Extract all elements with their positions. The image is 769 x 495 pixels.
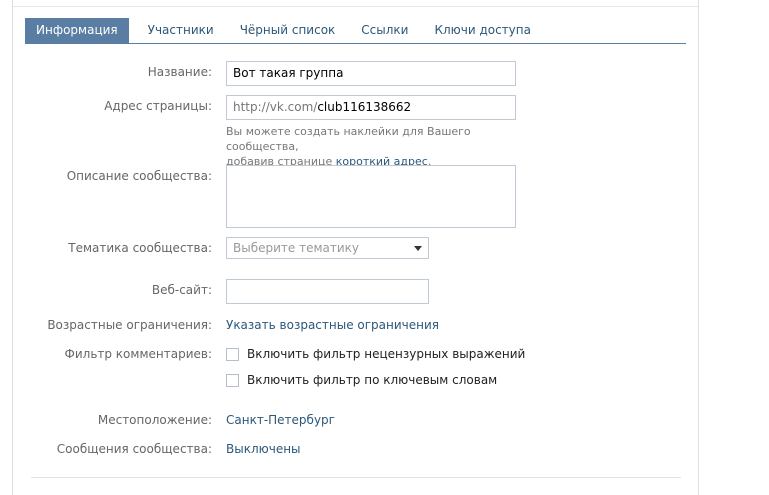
address-prefix: http://vk.com/: [233, 100, 318, 114]
messages-label: Сообщения сообщества:: [56, 442, 212, 456]
location-label: Местоположение:: [97, 413, 212, 427]
name-input[interactable]: Вот такая группа: [226, 61, 516, 86]
tab-info[interactable]: Информация: [25, 18, 129, 43]
description-row: Описание сообщества:: [13, 165, 698, 228]
description-textarea[interactable]: [226, 165, 516, 228]
tab-members[interactable]: Участники: [137, 18, 225, 43]
address-hint-line1: Вы можете создать наклейки для Вашего со…: [226, 125, 471, 153]
description-label: Описание сообщества:: [66, 169, 212, 183]
tab-blacklist[interactable]: Чёрный список: [229, 18, 347, 43]
tab-access-keys[interactable]: Ключи доступа: [423, 18, 542, 43]
dropdown-arrow-icon: [414, 246, 422, 251]
top-divider: [13, 6, 698, 7]
address-hint: Вы можете создать наклейки для Вашего со…: [226, 124, 526, 169]
topic-placeholder: Выберите тематику: [233, 241, 360, 255]
website-label: Веб-сайт:: [151, 283, 212, 297]
settings-panel: Информация Участники Чёрный список Ссылк…: [12, 0, 699, 495]
name-label: Название:: [147, 65, 212, 79]
tab-bar: Информация Участники Чёрный список Ссылк…: [25, 18, 686, 44]
keyword-filter-label: Включить фильтр по ключевым словам: [247, 373, 498, 387]
keyword-filter-checkbox[interactable]: [226, 373, 239, 387]
name-value: Вот такая группа: [233, 66, 344, 80]
address-label: Адрес страницы:: [104, 99, 212, 113]
age-restriction-link[interactable]: Указать возрастные ограничения: [226, 314, 439, 336]
address-row: Адрес страницы: http://vk.com/club116138…: [13, 95, 698, 120]
tab-links[interactable]: Ссылки: [350, 18, 419, 43]
age-label: Возрастные ограничения:: [47, 318, 212, 332]
location-row: Местоположение: Санкт-Петербург: [13, 409, 698, 431]
topic-row: Тематика сообщества: Выберите тематику: [13, 237, 698, 259]
comments-filter-label: Фильтр комментариев:: [64, 347, 212, 361]
location-link[interactable]: Санкт-Петербург: [226, 409, 335, 431]
profanity-filter-label: Включить фильтр нецензурных выражений: [247, 347, 526, 361]
topic-label: Тематика сообщества:: [68, 241, 212, 255]
name-row: Название: Вот такая группа: [13, 61, 698, 86]
profanity-filter-checkbox[interactable]: [226, 347, 239, 361]
bottom-divider: [31, 477, 681, 478]
age-row: Возрастные ограничения: Указать возрастн…: [13, 314, 698, 336]
keyword-filter-option[interactable]: Включить фильтр по ключевым словам: [226, 371, 497, 389]
website-row: Веб-сайт:: [13, 279, 698, 304]
messages-row: Сообщения сообщества: Выключены: [13, 438, 698, 460]
address-value: club116138662: [317, 100, 412, 114]
address-input[interactable]: http://vk.com/club116138662: [226, 95, 516, 120]
website-input[interactable]: [226, 279, 429, 304]
topic-select[interactable]: Выберите тематику: [226, 237, 429, 259]
messages-link[interactable]: Выключены: [226, 438, 301, 460]
profanity-filter-option[interactable]: Включить фильтр нецензурных выражений: [226, 345, 525, 363]
